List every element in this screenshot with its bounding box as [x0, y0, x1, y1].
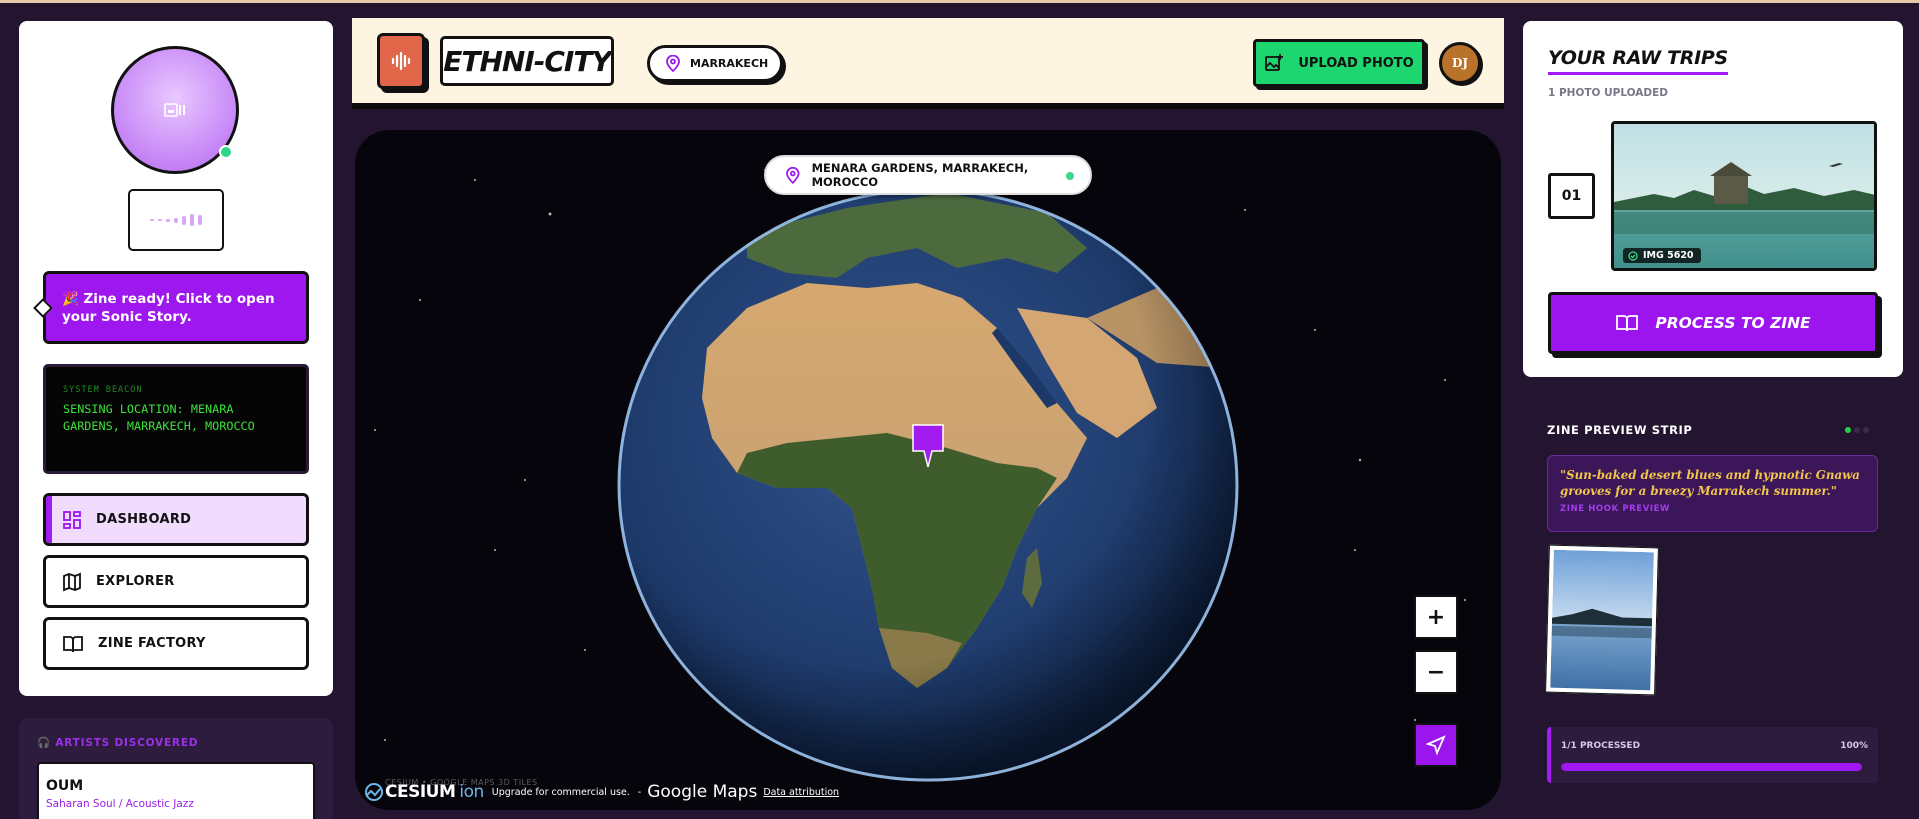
nav-zine-factory[interactable]: ZINE FACTORY: [43, 617, 309, 670]
beacon-label: SYSTEM BEACON: [63, 385, 143, 395]
active-indicator: [46, 496, 52, 543]
globe-map[interactable]: MENARA GARDENS, MARRAKECH, MOROCCO + − C…: [355, 130, 1501, 810]
location-pill-label: MARRAKECH: [690, 57, 769, 70]
process-to-zine-button[interactable]: PROCESS TO ZINE: [1548, 292, 1878, 354]
map-icon: [63, 572, 81, 591]
process-to-zine-label: PROCESS TO ZINE: [1655, 314, 1811, 332]
upload-photo-label: UPLOAD PHOTO: [1298, 55, 1414, 71]
progress-fill: [1561, 763, 1862, 771]
progress-track: [1561, 763, 1862, 771]
trip-index: 01: [1548, 173, 1595, 219]
nav-label: ZINE FACTORY: [98, 636, 206, 651]
dashboard-icon: [63, 510, 81, 529]
map-credits: CESIUM ion Upgrade for commercial use. - …: [363, 780, 839, 804]
map-pin-icon: [666, 55, 680, 72]
data-attribution-link[interactable]: Data attribution: [763, 787, 839, 798]
check-circle-icon: [1628, 250, 1638, 261]
callout-diamond: [33, 298, 53, 318]
book-open-icon: [1616, 315, 1639, 332]
image-plus-icon: [1265, 54, 1284, 71]
location-marker-icon[interactable]: [910, 422, 946, 470]
top-accent-line: [0, 0, 1919, 3]
locate-me-button[interactable]: [1414, 723, 1458, 767]
polaroid-image: [1550, 549, 1654, 691]
top-header: ETHNI-CITY MARRAKECH UPLOAD PHOTO DJ: [352, 18, 1504, 109]
photo-filename-badge: IMG 5620: [1623, 248, 1701, 263]
zine-ready-callout[interactable]: 🎉 Zine ready! Click to open your Sonic S…: [33, 271, 309, 344]
quote-text: "Sun-baked desert blues and hypnotic Gna…: [1560, 468, 1860, 498]
nav-label: DASHBOARD: [96, 512, 192, 527]
book-open-icon: [63, 635, 83, 652]
cesium-icon: [365, 783, 383, 801]
zine-preview-polaroid[interactable]: [1545, 544, 1659, 696]
zine-hook-quote: "Sun-baked desert blues and hypnotic Gna…: [1547, 455, 1878, 532]
earth-globe[interactable]: [617, 188, 1239, 782]
live-status-dot: [1066, 172, 1074, 180]
soundwave-icon: [391, 51, 411, 71]
google-maps-logo: Google Maps: [647, 782, 758, 802]
audio-waveform[interactable]: [128, 189, 224, 251]
zine-preview-strip-title: ZINE PREVIEW STRIP: [1547, 423, 1693, 437]
zine-hook-label: ZINE HOOK PREVIEW: [1560, 504, 1671, 514]
upload-photo-button[interactable]: UPLOAD PHOTO: [1253, 39, 1425, 87]
app-logo-mark[interactable]: [377, 33, 425, 89]
system-beacon: SYSTEM BEACON SENSING LOCATION: MENARA G…: [43, 364, 309, 474]
raw-trips-panel: YOUR RAW TRIPS 1 PHOTO UPLOADED 01 IMG 5…: [1523, 21, 1903, 377]
beacon-text: SENSING LOCATION: MENARA GARDENS, MARRAK…: [63, 402, 255, 433]
cesium-logo[interactable]: CESIUM ion: [363, 782, 484, 802]
progress-percent: 100%: [1840, 741, 1868, 751]
image-placeholder-icon: [164, 103, 185, 117]
artist-genre: Saharan Soul / Acoustic Jazz: [46, 798, 194, 810]
online-status-dot: [219, 145, 233, 159]
carousel-dots[interactable]: [1845, 427, 1869, 433]
profile-avatar[interactable]: [111, 46, 239, 174]
sidebar: 🎉 Zine ready! Click to open your Sonic S…: [19, 21, 333, 696]
trip-photo-thumbnail[interactable]: IMG 5620: [1611, 121, 1877, 271]
app-title[interactable]: ETHNI-CITY: [440, 36, 614, 86]
navigation-arrow-icon: [1426, 735, 1446, 755]
zoom-out-button[interactable]: −: [1414, 650, 1458, 694]
artist-name: OUM: [46, 778, 84, 794]
credit-separator: -: [637, 786, 642, 798]
nav-explorer[interactable]: EXPLORER: [43, 555, 309, 608]
raw-trips-title: YOUR RAW TRIPS: [1548, 47, 1728, 75]
nav-label: EXPLORER: [96, 574, 175, 589]
processing-progress: 1/1 PROCESSED 100%: [1547, 727, 1878, 783]
map-pin-icon: [786, 166, 800, 184]
upgrade-link[interactable]: Upgrade for commercial use.: [492, 787, 630, 798]
zoom-in-button[interactable]: +: [1414, 595, 1458, 639]
artists-heading: 🎧 ARTISTS DISCOVERED: [37, 737, 199, 749]
photos-uploaded-count: 1 PHOTO UPLOADED: [1548, 87, 1669, 99]
user-avatar[interactable]: DJ: [1439, 42, 1481, 84]
nav-dashboard[interactable]: DASHBOARD: [43, 493, 309, 546]
map-location-label: MENARA GARDENS, MARRAKECH, MOROCCO: [764, 155, 1092, 195]
artists-discovered-panel: 🎧 ARTISTS DISCOVERED OUM Saharan Soul / …: [19, 718, 333, 819]
map-location-text: MENARA GARDENS, MARRAKECH, MOROCCO: [811, 161, 1029, 189]
progress-label: 1/1 PROCESSED: [1561, 741, 1641, 751]
artist-card[interactable]: OUM Saharan Soul / Acoustic Jazz: [37, 762, 315, 819]
zine-ready-text: 🎉 Zine ready! Click to open your Sonic S…: [62, 291, 275, 325]
location-pill[interactable]: MARRAKECH: [647, 45, 783, 82]
